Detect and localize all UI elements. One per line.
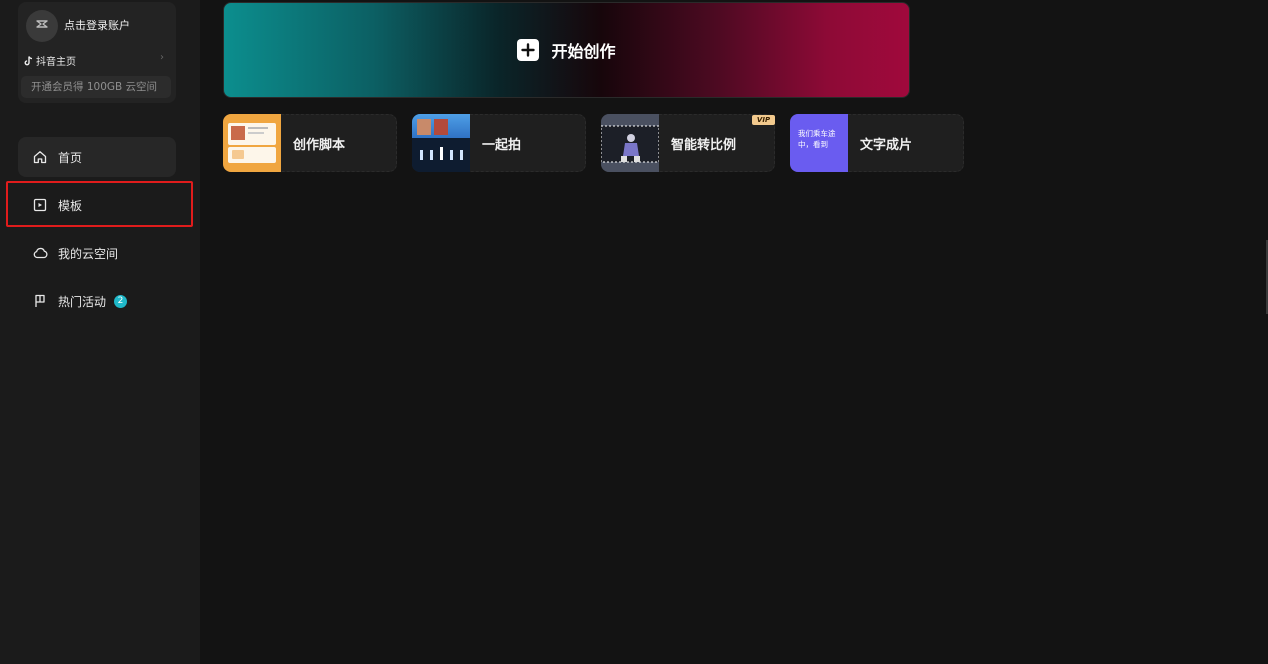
capcut-logo-icon (34, 16, 50, 36)
chevron-right-icon: › (160, 52, 164, 63)
smart-ratio-thumbnail (601, 114, 659, 172)
sidebar: 点击登录账户 抖音主页 › 开通会员得 100GB 云空间 首页 模板 我的云空… (0, 0, 200, 664)
avatar[interactable] (26, 10, 58, 42)
nav-item-hot-events[interactable]: 热门活动 2 (18, 281, 176, 321)
nav-item-cloud-space[interactable]: 我的云空间 (18, 233, 176, 273)
tool-card-smart-ratio[interactable]: 智能转比例 VIP (601, 114, 775, 172)
account-card: 点击登录账户 抖音主页 › 开通会员得 100GB 云空间 (18, 2, 176, 103)
tool-card-text-to-video-label: 文字成片 (860, 138, 913, 153)
script-thumbnail (223, 114, 281, 172)
home-icon (32, 149, 48, 165)
douyin-homepage-link[interactable]: 抖音主页 › (24, 52, 164, 68)
tool-card-script-label: 创作脚本 (293, 138, 346, 153)
nav-item-home[interactable]: 首页 (18, 137, 176, 177)
tool-card-text-to-video[interactable]: 我们乘车途中，看到 文字成片 (790, 114, 964, 172)
tool-card-script[interactable]: 创作脚本 (223, 114, 397, 172)
shoot-together-thumbnail (412, 114, 470, 172)
cloud-icon (32, 245, 48, 261)
vip-promo-button[interactable]: 开通会员得 100GB 云空间 (21, 76, 171, 98)
vip-badge: VIP (752, 115, 775, 125)
douyin-icon (24, 51, 33, 70)
app-window: 点击登录账户 抖音主页 › 开通会员得 100GB 云空间 首页 模板 我的云空… (0, 0, 1268, 664)
douyin-label: 抖音主页 (36, 56, 76, 68)
plus-icon (517, 39, 540, 61)
tool-card-shoot-together-label: 一起拍 (482, 138, 522, 153)
text-to-video-thumbnail: 我们乘车途中，看到 (790, 114, 848, 172)
text-to-video-thumb-text: 我们乘车途中，看到 (798, 129, 836, 149)
flag-icon (32, 293, 48, 309)
start-creation-button[interactable]: 开始创作 (223, 2, 910, 98)
nav-item-cloud-space-label: 我的云空间 (58, 246, 119, 261)
templates-highlight-box (6, 181, 193, 227)
tool-card-shoot-together[interactable]: 一起拍 (412, 114, 586, 172)
start-creation-label: 开始创作 (551, 42, 616, 61)
notification-badge: 2 (114, 294, 128, 308)
login-link[interactable]: 点击登录账户 (64, 17, 130, 33)
nav-item-hot-events-label: 热门活动 (58, 294, 107, 309)
tool-card-smart-ratio-label: 智能转比例 (671, 138, 737, 153)
nav-item-home-label: 首页 (58, 150, 83, 165)
